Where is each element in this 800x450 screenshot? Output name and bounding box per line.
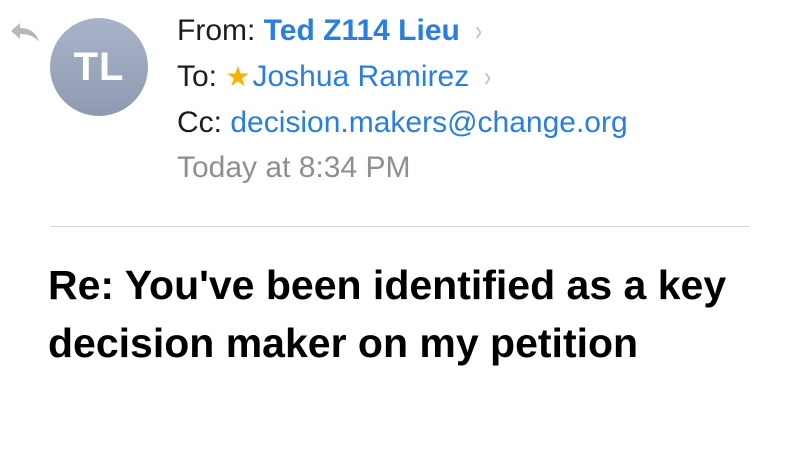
avatar-initials: TL	[73, 44, 125, 89]
star-icon: ★	[225, 61, 251, 92]
email-message-view: TL From: Ted Z114 Lieu › To: ★Joshua Rami…	[0, 0, 800, 450]
header-divider	[50, 226, 750, 227]
sender-avatar[interactable]: TL	[50, 18, 148, 116]
cc-address[interactable]: decision.makers@change.org	[230, 104, 627, 142]
email-subject: Re: You've been identified as a key deci…	[48, 262, 727, 366]
to-label: To:	[177, 60, 218, 93]
chevron-right-icon[interactable]: ›	[484, 58, 491, 96]
cc-label: Cc:	[177, 106, 222, 139]
message-date: Today at 8:34 PM	[177, 151, 411, 184]
from-row: From: Ted Z114 Lieu ›	[177, 12, 483, 50]
reply-arrow-icon[interactable]	[8, 20, 42, 44]
to-row: To: ★Joshua Ramirez ›	[177, 58, 493, 96]
sender-name[interactable]: Ted Z114 Lieu	[264, 14, 460, 47]
recipient-name[interactable]: Joshua Ramirez	[252, 60, 469, 93]
from-label: From:	[177, 14, 256, 47]
chevron-right-icon[interactable]: ›	[475, 12, 482, 50]
cc-row: Cc: decision.makers@change.org	[177, 104, 628, 142]
